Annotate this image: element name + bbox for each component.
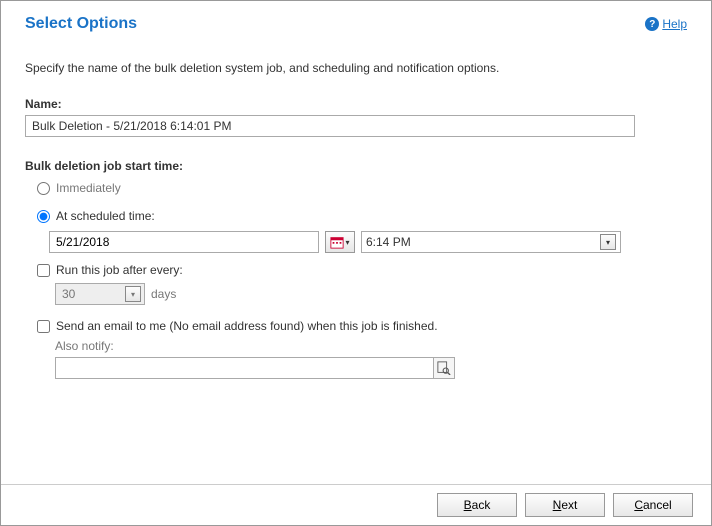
- calendar-icon: [330, 235, 344, 249]
- wizard-footer: Back Next Cancel: [1, 484, 711, 525]
- time-select[interactable]: 6:14 PM ▾: [361, 231, 621, 253]
- back-button[interactable]: Back: [437, 493, 517, 517]
- radio-scheduled-label: At scheduled time:: [56, 209, 155, 223]
- repeat-days-select: 30 ▾: [55, 283, 145, 305]
- radio-immediately[interactable]: [37, 182, 50, 195]
- chevron-down-icon: ▾: [125, 286, 141, 302]
- page-title: Select Options: [25, 15, 137, 33]
- help-label: Help: [662, 17, 687, 31]
- chevron-down-icon: ▾: [600, 234, 616, 250]
- help-icon: ?: [645, 17, 659, 31]
- repeat-checkbox[interactable]: [37, 264, 50, 277]
- notify-input[interactable]: [55, 357, 433, 379]
- also-notify-label: Also notify:: [55, 339, 687, 353]
- cancel-button[interactable]: Cancel: [613, 493, 693, 517]
- calendar-button[interactable]: ▾: [325, 231, 355, 253]
- help-link[interactable]: ? Help: [645, 17, 687, 31]
- date-input[interactable]: [49, 231, 319, 253]
- repeat-days-value: 30: [62, 287, 75, 301]
- radio-scheduled[interactable]: [37, 210, 50, 223]
- lookup-icon: [437, 361, 451, 375]
- description-text: Specify the name of the bulk deletion sy…: [25, 61, 687, 75]
- schedule-heading: Bulk deletion job start time:: [25, 159, 687, 173]
- repeat-label: Run this job after every:: [56, 263, 183, 277]
- email-checkbox[interactable]: [37, 320, 50, 333]
- radio-immediately-label: Immediately: [56, 181, 121, 195]
- name-input[interactable]: [25, 115, 635, 137]
- chevron-down-icon: ▾: [345, 238, 349, 247]
- next-button[interactable]: Next: [525, 493, 605, 517]
- email-label: Send an email to me (No email address fo…: [56, 319, 438, 333]
- name-label: Name:: [25, 97, 687, 111]
- repeat-unit-label: days: [151, 287, 176, 301]
- lookup-button[interactable]: [433, 357, 455, 379]
- time-value: 6:14 PM: [366, 235, 411, 249]
